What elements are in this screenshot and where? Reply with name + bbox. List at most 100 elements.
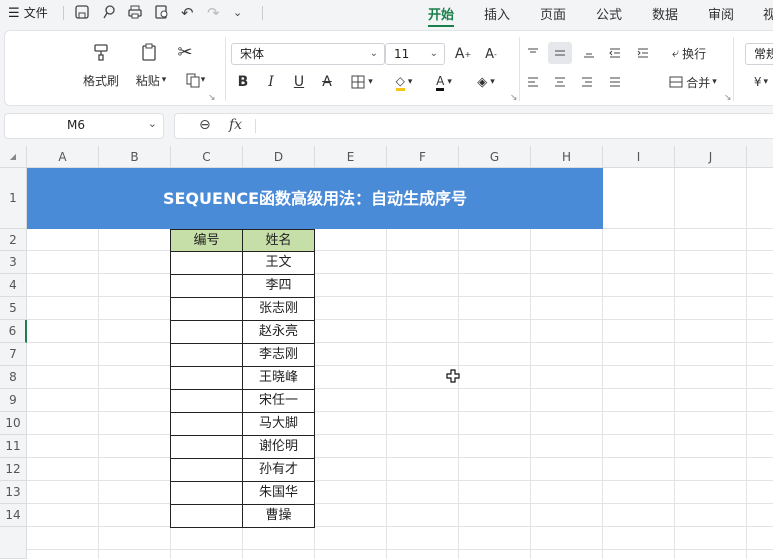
dialog-launcher-icon[interactable]: ↘ (510, 93, 518, 103)
title-banner[interactable]: SEQUENCE函数高级用法：自动生成序号 (27, 168, 603, 229)
column-header[interactable]: I (603, 146, 675, 168)
column-header[interactable]: E (315, 146, 387, 168)
row-header[interactable] (0, 527, 27, 559)
row-header[interactable]: 13 (0, 481, 27, 504)
row-header[interactable]: 12 (0, 458, 27, 481)
font-size-select[interactable]: 11 ⌄ (385, 43, 445, 65)
row-header[interactable]: 2 (0, 229, 27, 251)
table-cell-name[interactable]: 谢伦明 (242, 435, 315, 459)
wrap-text-button[interactable]: ⤶ 换行 (661, 43, 717, 63)
row-header[interactable]: 9 (0, 389, 27, 412)
table-cell-name[interactable]: 李志刚 (242, 343, 315, 367)
tab-insert[interactable]: 插入 (484, 4, 510, 23)
italic-icon[interactable]: I (261, 72, 281, 92)
table-cell-number[interactable] (170, 274, 243, 298)
column-header[interactable] (747, 146, 773, 168)
table-cell-number[interactable] (170, 504, 243, 528)
row-header[interactable]: 11 (0, 435, 27, 458)
table-cell-name[interactable]: 赵永亮 (242, 320, 315, 344)
chevron-down-icon[interactable]: ⌄ (233, 4, 242, 22)
column-header[interactable]: D (243, 146, 315, 168)
dialog-launcher-icon[interactable]: ↘ (208, 93, 216, 103)
zoom-icon[interactable]: ⊖ (199, 117, 211, 133)
justify-icon[interactable] (605, 72, 625, 92)
undo-icon[interactable]: ↶ (181, 4, 194, 22)
font-name-select[interactable]: 宋体 ⌄ (231, 43, 385, 65)
table-cell-name[interactable]: 朱国华 (242, 481, 315, 505)
underline-icon[interactable]: U (289, 72, 309, 92)
align-left-icon[interactable] (523, 72, 543, 92)
font-color-button[interactable]: A ▾ (427, 72, 461, 92)
row-header[interactable]: 14 (0, 504, 27, 527)
tab-home[interactable]: 开始 (428, 4, 455, 27)
paste-button[interactable]: 粘贴 ▾ (129, 71, 173, 89)
file-menu[interactable]: ☰ 文件 (8, 4, 48, 22)
table-cell-number[interactable] (170, 412, 243, 436)
print-icon[interactable] (127, 4, 143, 22)
row-header[interactable]: 7 (0, 343, 27, 366)
row-header[interactable]: 3 (0, 251, 27, 274)
tab-formulas[interactable]: 公式 (596, 4, 622, 23)
table-cell-number[interactable] (170, 389, 243, 413)
table-cell-number[interactable] (170, 366, 243, 390)
fx-label[interactable]: fx (229, 117, 242, 133)
format-painter-icon[interactable] (89, 41, 113, 63)
strikethrough-icon[interactable]: A (317, 72, 337, 92)
save-icon[interactable] (74, 4, 90, 22)
column-header[interactable]: J (675, 146, 747, 168)
column-header[interactable]: B (99, 146, 171, 168)
dialog-launcher-icon[interactable]: ↘ (724, 93, 732, 103)
fill-color-button[interactable]: ◇ ▾ (387, 72, 421, 92)
table-cell-number[interactable] (170, 343, 243, 367)
table-cell-name[interactable]: 王文 (242, 251, 315, 275)
merge-button[interactable]: 合并 ▾ (661, 72, 725, 92)
column-header[interactable]: G (459, 146, 531, 168)
decrease-indent-icon[interactable] (605, 43, 625, 63)
cut-icon[interactable]: ✂ (173, 41, 197, 63)
redo-icon[interactable]: ↷ (207, 4, 220, 22)
name-box[interactable]: M6 ⌄ (4, 113, 164, 139)
tab-view[interactable]: 视 (763, 4, 773, 23)
print-preview-icon[interactable] (154, 4, 170, 22)
table-cell-name[interactable]: 曹操 (242, 504, 315, 528)
clear-button[interactable]: ◈ ▾ (469, 72, 503, 92)
tab-data[interactable]: 数据 (652, 4, 678, 23)
increase-indent-icon[interactable] (633, 43, 653, 63)
currency-button[interactable]: ¥ ▾ (749, 72, 773, 92)
decrease-font-icon[interactable]: A- (481, 43, 501, 65)
paste-icon[interactable] (137, 41, 161, 63)
spreadsheet-grid[interactable]: ◢ A B C D E F G H I J 1 2 3 4 5 6 7 8 9 … (0, 146, 773, 559)
header-cell-c2[interactable]: 编号 (170, 229, 243, 252)
format-painter-label[interactable]: 格式刷 (79, 71, 123, 89)
column-header[interactable]: F (387, 146, 459, 168)
column-header[interactable]: C (171, 146, 243, 168)
table-cell-name[interactable]: 马大脚 (242, 412, 315, 436)
table-cell-name[interactable]: 孙有才 (242, 458, 315, 482)
column-header[interactable]: H (531, 146, 603, 168)
table-cell-name[interactable]: 王晓峰 (242, 366, 315, 390)
table-cell-number[interactable] (170, 320, 243, 344)
export-icon[interactable] (101, 4, 117, 22)
row-header[interactable]: 5 (0, 297, 27, 320)
table-cell-number[interactable] (170, 251, 243, 275)
formula-bar[interactable]: ⊖ fx (174, 113, 773, 139)
row-header[interactable]: 10 (0, 412, 27, 435)
align-bottom-icon[interactable] (579, 43, 599, 63)
table-cell-number[interactable] (170, 435, 243, 459)
copy-button[interactable]: ▾ (177, 71, 213, 89)
table-cell-name[interactable]: 宋任一 (242, 389, 315, 413)
row-header-active[interactable]: 6 (0, 320, 27, 343)
header-cell-d2[interactable]: 姓名 (242, 229, 315, 252)
table-cell-number[interactable] (170, 458, 243, 482)
border-button[interactable]: ▾ (345, 72, 379, 92)
bold-icon[interactable]: B (233, 72, 253, 92)
table-cell-name[interactable]: 张志刚 (242, 297, 315, 321)
number-format-select[interactable]: 常规 (745, 43, 773, 65)
row-header[interactable]: 1 (0, 168, 27, 229)
column-header[interactable]: A (27, 146, 99, 168)
align-middle-icon[interactable] (548, 42, 572, 64)
table-cell-name[interactable]: 李四 (242, 274, 315, 298)
row-header[interactable]: 8 (0, 366, 27, 389)
increase-font-icon[interactable]: A + (453, 43, 473, 65)
align-right-icon[interactable] (577, 72, 597, 92)
